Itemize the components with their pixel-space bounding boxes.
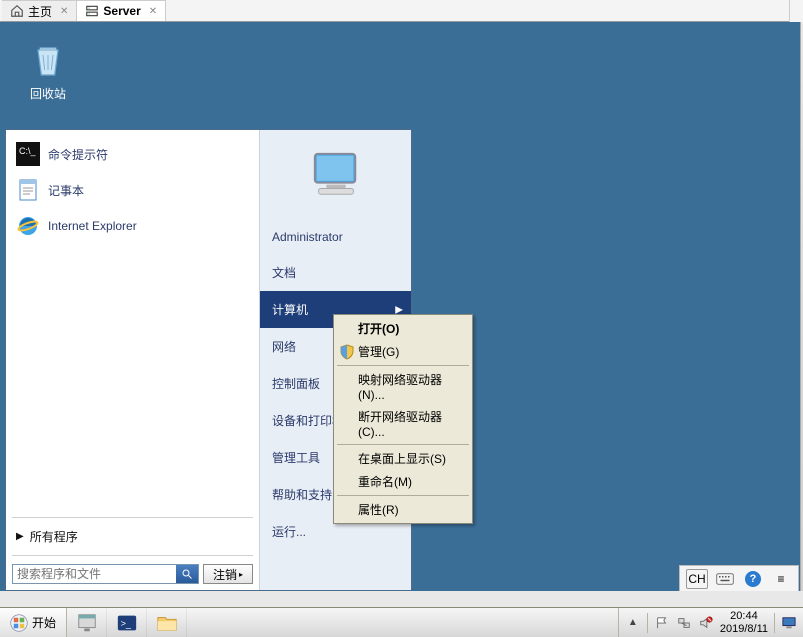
- program-cmd[interactable]: C:\_ 命令提示符: [12, 136, 253, 172]
- tab-home-label: 主页: [28, 3, 52, 20]
- separator: [337, 495, 469, 496]
- tab-bar: 主页 ✕ Server ✕: [0, 0, 803, 22]
- keyboard-button[interactable]: [714, 569, 736, 589]
- start-menu-left: C:\_ 命令提示符 记事本 Internet Explorer ▶ 所有程序: [6, 130, 259, 590]
- program-notepad[interactable]: 记事本: [12, 172, 253, 208]
- triangle-right-icon: ▶: [16, 531, 24, 542]
- tab-bar-corner: [789, 0, 803, 22]
- separator: [647, 613, 648, 633]
- help-icon: ?: [745, 571, 761, 587]
- separator: [337, 365, 469, 366]
- tray-clock[interactable]: 20:44 2019/8/11: [720, 610, 768, 634]
- taskbar-server-manager[interactable]: [67, 608, 107, 637]
- aux-toolbar: CH ? ≡: [679, 565, 799, 591]
- logoff-button[interactable]: 注销 ▸: [203, 564, 253, 584]
- tray-network[interactable]: [676, 615, 692, 631]
- help-button[interactable]: ?: [742, 569, 764, 589]
- tray-action-center[interactable]: [654, 615, 670, 631]
- tab-server-label: Server: [103, 4, 140, 18]
- ctx-show-desktop[interactable]: 在桌面上显示(S): [336, 447, 470, 470]
- network-tray-icon: [677, 616, 691, 630]
- powershell-icon: >_: [116, 612, 138, 634]
- recycle-bin-icon: [28, 40, 68, 80]
- search-box: [12, 564, 199, 584]
- aux-menu-button[interactable]: ≡: [770, 569, 792, 589]
- taskbar-powershell[interactable]: >_: [107, 608, 147, 637]
- svg-text:C:\_: C:\_: [19, 146, 37, 156]
- start-label: 开始: [32, 614, 56, 631]
- tab-server[interactable]: Server ✕: [77, 0, 166, 21]
- server-icon: [85, 4, 99, 18]
- tray-volume[interactable]: [698, 615, 714, 631]
- separator: [12, 555, 253, 556]
- separator: [337, 444, 469, 445]
- bars-icon: ≡: [777, 572, 784, 586]
- ctx-properties[interactable]: 属性(R): [336, 498, 470, 521]
- right-username[interactable]: Administrator: [260, 220, 411, 254]
- separator: [774, 613, 775, 633]
- program-ie[interactable]: Internet Explorer: [12, 208, 253, 244]
- search-input[interactable]: [13, 565, 176, 583]
- recycle-bin[interactable]: 回收站: [18, 40, 78, 102]
- tray-date: 2019/8/11: [720, 623, 768, 635]
- program-cmd-label: 命令提示符: [48, 146, 108, 163]
- recycle-bin-label: 回收站: [18, 85, 78, 102]
- tray-show-desktop[interactable]: [781, 615, 797, 631]
- keyboard-icon: [716, 572, 734, 586]
- ctx-disconnect-drive[interactable]: 断开网络驱动器(C)...: [336, 405, 470, 442]
- tab-home[interactable]: 主页 ✕: [2, 0, 77, 21]
- notepad-icon: [16, 178, 40, 202]
- tray-time: 20:44: [720, 610, 768, 622]
- context-menu: 打开(O) 管理(G) 映射网络驱动器(N)... 断开网络驱动器(C)... …: [333, 314, 473, 524]
- monitor-tray-icon: [781, 616, 797, 630]
- system-tray: ▲ 20:44 2019/8/11: [618, 608, 803, 637]
- ie-icon: [16, 214, 40, 238]
- server-manager-icon: [76, 612, 98, 634]
- close-icon[interactable]: ✕: [149, 6, 157, 17]
- program-notepad-label: 记事本: [48, 182, 84, 199]
- ctx-open[interactable]: 打开(O): [336, 317, 470, 340]
- all-programs[interactable]: ▶ 所有程序: [12, 522, 253, 551]
- explorer-icon: [156, 612, 178, 634]
- tray-overflow[interactable]: ▲: [625, 615, 641, 631]
- ime-button[interactable]: CH: [686, 569, 708, 589]
- ctx-manage[interactable]: 管理(G): [336, 340, 470, 363]
- cmd-icon: C:\_: [16, 142, 40, 166]
- volume-tray-icon: [699, 616, 713, 630]
- search-icon: [181, 568, 193, 580]
- chevron-up-icon: ▲: [628, 617, 638, 628]
- search-button[interactable]: [176, 565, 198, 583]
- all-programs-label: 所有程序: [30, 528, 78, 545]
- home-icon: [10, 4, 24, 18]
- desktop[interactable]: 回收站 C:\_ 命令提示符 记事本 Internet Explorer: [0, 22, 803, 591]
- chevron-right-icon: ▸: [239, 570, 243, 579]
- windows-logo-icon: [10, 614, 28, 632]
- shield-icon: [339, 344, 355, 360]
- taskbar: 开始 >_ ▲ 20:44 2019/8/11: [0, 607, 803, 637]
- logoff-label: 注销: [213, 566, 237, 583]
- right-documents[interactable]: 文档: [260, 254, 411, 291]
- taskbar-explorer[interactable]: [147, 608, 187, 637]
- flag-icon: [655, 616, 669, 630]
- ctx-rename[interactable]: 重命名(M): [336, 470, 470, 493]
- separator: [12, 517, 253, 518]
- monitor-avatar-icon: [305, 148, 367, 202]
- start-button[interactable]: 开始: [0, 608, 67, 637]
- svg-text:>_: >_: [120, 618, 131, 628]
- close-icon[interactable]: ✕: [60, 6, 68, 17]
- program-ie-label: Internet Explorer: [48, 219, 137, 233]
- ctx-map-drive[interactable]: 映射网络驱动器(N)...: [336, 368, 470, 405]
